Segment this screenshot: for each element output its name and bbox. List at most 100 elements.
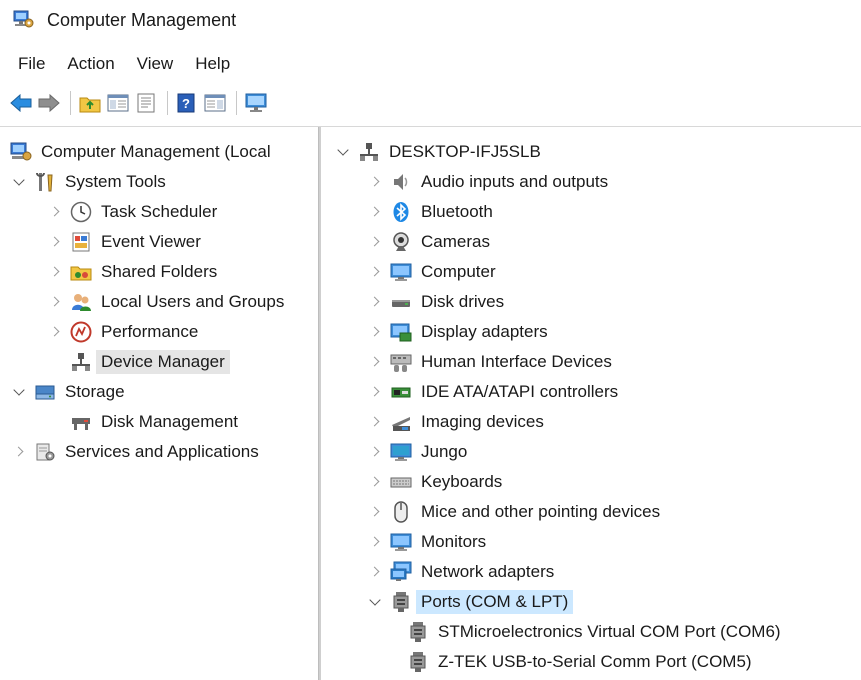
- tree-item-event-viewer[interactable]: Event Viewer: [48, 227, 201, 257]
- device-category[interactable]: Audio inputs and outputs: [368, 167, 608, 197]
- chevron-down-icon[interactable]: [368, 595, 382, 609]
- device-category[interactable]: Bluetooth: [368, 197, 493, 227]
- chevron-right-icon[interactable]: [48, 265, 62, 279]
- users-icon: [70, 291, 92, 313]
- performance-icon: [70, 321, 92, 343]
- chevron-down-icon[interactable]: [12, 385, 26, 399]
- display-adapter-icon: [390, 321, 412, 343]
- device-category[interactable]: IDE ATA/ATAPI controllers: [368, 377, 618, 407]
- device-category[interactable]: Mice and other pointing devices: [368, 497, 660, 527]
- tree-item-root[interactable]: Computer Management (Local: [10, 137, 271, 167]
- chevron-right-icon[interactable]: [368, 175, 382, 189]
- tree-label: Task Scheduler: [101, 202, 218, 221]
- chevron-right-icon[interactable]: [368, 535, 382, 549]
- menu-view[interactable]: View: [137, 54, 174, 74]
- category-label: Audio inputs and outputs: [421, 172, 609, 191]
- category-label: IDE ATA/ATAPI controllers: [421, 382, 619, 401]
- device-category[interactable]: Cameras: [368, 227, 490, 257]
- properties-icon[interactable]: [135, 92, 157, 114]
- category-label: Mice and other pointing devices: [421, 502, 661, 521]
- port-icon: [407, 621, 429, 643]
- tree-label: Services and Applications: [65, 442, 259, 461]
- back-icon[interactable]: [10, 92, 32, 114]
- chevron-right-icon[interactable]: [368, 205, 382, 219]
- menu-file[interactable]: File: [18, 54, 45, 74]
- category-label-selected: Ports (COM & LPT): [416, 590, 574, 614]
- chevron-right-icon[interactable]: [368, 565, 382, 579]
- monitor-icon[interactable]: [245, 92, 267, 114]
- chevron-right-icon[interactable]: [368, 235, 382, 249]
- tree-item-storage[interactable]: Storage: [12, 377, 125, 407]
- computer-management-icon: [13, 10, 35, 30]
- device-category[interactable]: Disk drives: [368, 287, 504, 317]
- keyboard-icon: [390, 471, 412, 493]
- tree-item-services[interactable]: Services and Applications: [12, 437, 259, 467]
- tree-item-device-manager[interactable]: Device Manager: [48, 347, 230, 377]
- network-adapter-icon: [390, 561, 412, 583]
- device-category[interactable]: Monitors: [368, 527, 486, 557]
- menu-help[interactable]: Help: [195, 54, 230, 74]
- port-icon: [407, 651, 429, 673]
- tree-item-disk-management[interactable]: Disk Management: [48, 407, 238, 437]
- window-title: Computer Management: [47, 9, 237, 30]
- imaging-device-icon: [390, 411, 412, 433]
- device-root[interactable]: DESKTOP-IFJ5SLB: [336, 137, 541, 167]
- forward-icon[interactable]: [38, 92, 60, 114]
- device-category[interactable]: Network adapters: [368, 557, 554, 587]
- port-device[interactable]: STMicroelectronics Virtual COM Port (COM…: [407, 617, 781, 647]
- toolbar: ?: [0, 86, 861, 120]
- chevron-right-icon[interactable]: [368, 325, 382, 339]
- pane-splitter[interactable]: [318, 127, 321, 680]
- chevron-right-icon[interactable]: [12, 445, 26, 459]
- tree-item-shared-folders[interactable]: Shared Folders: [48, 257, 217, 287]
- services-icon: [34, 441, 56, 463]
- tree-item-performance[interactable]: Performance: [48, 317, 198, 347]
- computer-management-icon: [10, 141, 32, 163]
- event-viewer-icon: [70, 231, 92, 253]
- tree-item-local-users[interactable]: Local Users and Groups: [48, 287, 284, 317]
- action-pane-icon[interactable]: [204, 92, 226, 114]
- device-category[interactable]: Human Interface Devices: [368, 347, 612, 377]
- device-manager-icon: [70, 351, 92, 373]
- chevron-right-icon[interactable]: [368, 385, 382, 399]
- show-hide-tree-icon[interactable]: [107, 92, 129, 114]
- chevron-right-icon[interactable]: [368, 475, 382, 489]
- computer-icon: [390, 261, 412, 283]
- category-label: Bluetooth: [421, 202, 493, 221]
- device-category[interactable]: Display adapters: [368, 317, 548, 347]
- chevron-down-icon[interactable]: [12, 175, 26, 189]
- category-label: Display adapters: [421, 322, 548, 341]
- tree-label: System Tools: [65, 172, 166, 191]
- chevron-right-icon[interactable]: [368, 445, 382, 459]
- chevron-right-icon[interactable]: [48, 235, 62, 249]
- port-device[interactable]: Z-TEK USB-to-Serial Comm Port (COM5): [407, 647, 752, 677]
- computer-network-icon: [358, 141, 380, 163]
- tree-item-task-scheduler[interactable]: Task Scheduler: [48, 197, 217, 227]
- port-device-label: STMicroelectronics Virtual COM Port (COM…: [438, 622, 781, 641]
- chevron-right-icon[interactable]: [48, 295, 62, 309]
- mouse-icon: [390, 501, 412, 523]
- chevron-right-icon[interactable]: [368, 415, 382, 429]
- help-icon[interactable]: ?: [176, 92, 198, 114]
- device-category[interactable]: Keyboards: [368, 467, 502, 497]
- monitor-icon: [390, 531, 412, 553]
- tree-label-selected: Device Manager: [96, 350, 230, 374]
- device-category[interactable]: Computer: [368, 257, 496, 287]
- menu-action[interactable]: Action: [67, 54, 114, 74]
- chevron-right-icon[interactable]: [368, 355, 382, 369]
- chevron-right-icon[interactable]: [48, 325, 62, 339]
- category-label: Cameras: [421, 232, 490, 251]
- device-category[interactable]: Jungo: [368, 437, 467, 467]
- clock-icon: [70, 201, 92, 223]
- device-category[interactable]: Imaging devices: [368, 407, 544, 437]
- up-folder-icon[interactable]: [79, 92, 101, 114]
- chevron-right-icon[interactable]: [368, 505, 382, 519]
- chevron-down-icon[interactable]: [336, 145, 350, 159]
- chevron-right-icon[interactable]: [368, 295, 382, 309]
- shared-folder-icon: [70, 261, 92, 283]
- device-category-ports[interactable]: Ports (COM & LPT): [368, 587, 574, 617]
- chevron-right-icon[interactable]: [48, 205, 62, 219]
- category-label: Human Interface Devices: [421, 352, 612, 371]
- chevron-right-icon[interactable]: [368, 265, 382, 279]
- tree-item-system-tools[interactable]: System Tools: [12, 167, 166, 197]
